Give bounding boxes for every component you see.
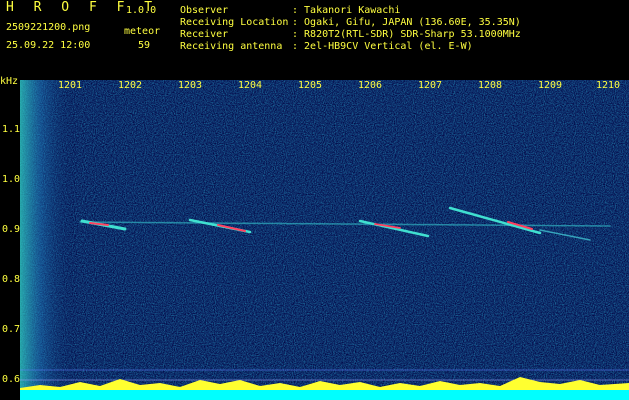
spectrogram	[20, 80, 629, 400]
y-tick-label: 0.8	[2, 274, 21, 285]
noise-floor	[20, 80, 629, 400]
header-panel: H R O F F T 1.0.0 2509221200.png meteor …	[0, 0, 629, 76]
info-value-receiver: : R820T2(RTL-SDR) SDR-Sharp 53.1000MHz	[292, 29, 521, 40]
x-tick-label: 1201	[58, 80, 83, 91]
info-value-location: : Ogaki, Gifu, JAPAN (136.60E, 35.35N)	[292, 17, 521, 28]
y-tick-label: 0.7	[2, 324, 21, 335]
x-tick-label: 1207	[418, 80, 443, 91]
meteor-count: 59	[138, 40, 151, 51]
info-value-observer: : Takanori Kawachi	[292, 5, 401, 16]
y-tick-label: 1.0	[2, 174, 21, 185]
app-version: 1.0.0	[126, 5, 157, 16]
left-noise-band	[20, 80, 80, 400]
info-key-location: Receiving Location	[180, 17, 289, 28]
x-tick-label: 1206	[358, 80, 383, 91]
file-datetime: 25.09.22 12:00	[6, 40, 91, 51]
x-tick-label: 1205	[298, 80, 323, 91]
power-bar-cyan	[20, 390, 629, 400]
axis-unit-label: kHz	[0, 76, 19, 87]
y-tick-label: 0.9	[2, 224, 21, 235]
info-key-observer: Observer	[180, 5, 229, 16]
y-tick-label: 1.1	[2, 124, 21, 135]
file-name: 2509221200.png	[6, 22, 91, 33]
x-tick-label: 1204	[238, 80, 263, 91]
info-key-antenna: Receiving antenna	[180, 41, 283, 52]
info-key-receiver: Receiver	[180, 29, 229, 40]
x-tick-label: 1210	[596, 80, 621, 91]
x-tick-label: 1202	[118, 80, 143, 91]
meteor-label: meteor	[124, 26, 161, 37]
info-value-antenna: : 2el-HB9CV Vertical (el. E-W)	[292, 41, 473, 52]
y-tick-label: 0.6	[2, 374, 21, 385]
x-tick-label: 1203	[178, 80, 203, 91]
x-tick-label: 1208	[478, 80, 503, 91]
x-tick-label: 1209	[538, 80, 563, 91]
